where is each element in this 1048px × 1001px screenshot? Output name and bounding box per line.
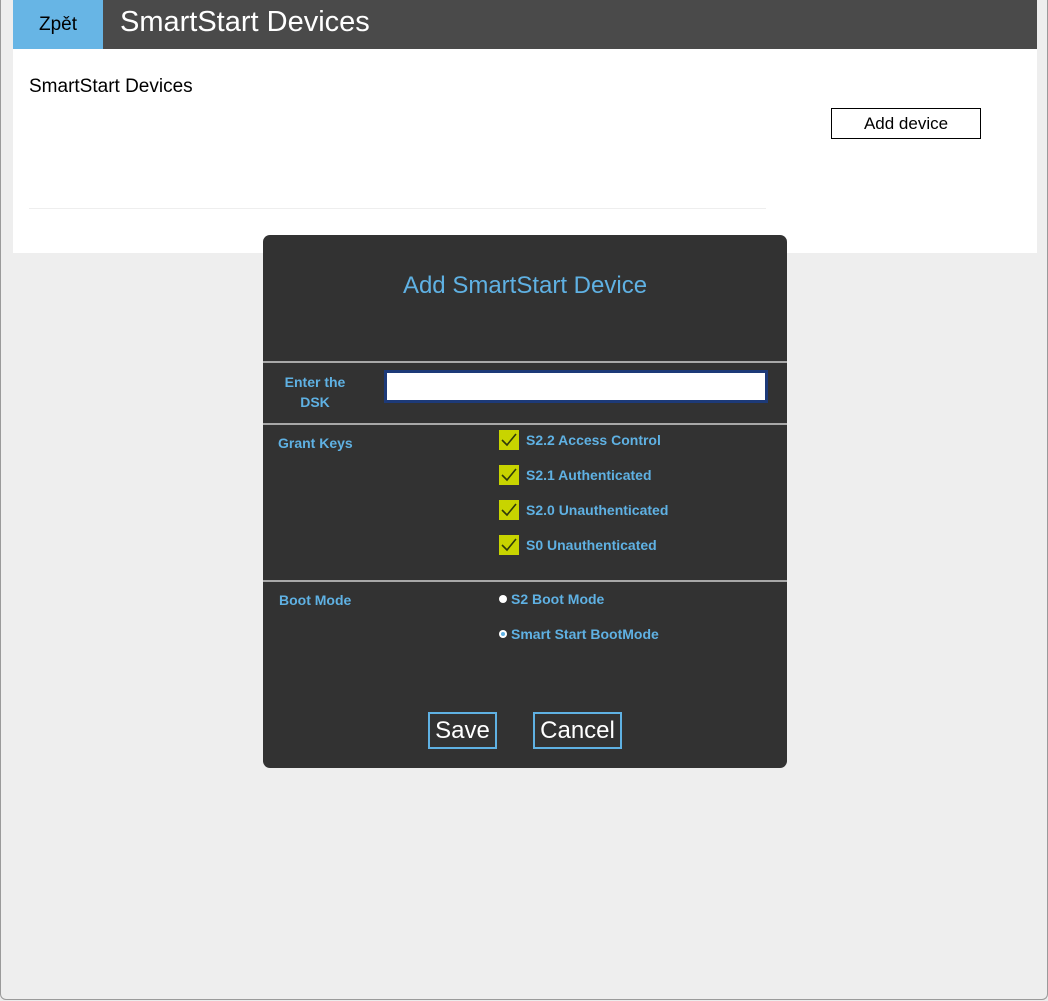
cancel-button[interactable]: Cancel [533,712,622,749]
grant-key-label: S2.2 Access Control [526,432,661,448]
boot-mode-option-label: S2 Boot Mode [511,591,605,607]
modal-divider [263,423,787,425]
check-icon[interactable] [499,465,519,485]
modal-divider [263,580,787,582]
back-button[interactable]: Zpět [13,0,103,49]
grant-key-label: S2.0 Unauthenticated [526,502,669,518]
check-icon[interactable] [499,500,519,520]
grant-key-s2-1[interactable]: S2.1 Authenticated [499,465,652,485]
boot-mode-label: Boot Mode [279,592,352,608]
add-device-button[interactable]: Add device [831,108,981,139]
dsk-label: Enter the DSK [277,372,353,412]
dsk-label-line2: DSK [300,394,330,410]
grant-key-s2-2[interactable]: S2.2 Access Control [499,430,661,450]
dsk-label-line1: Enter the [284,374,346,390]
check-icon[interactable] [499,535,519,555]
grant-key-label: S0 Unauthenticated [526,537,657,553]
section-title: SmartStart Devices [29,76,193,97]
add-device-modal: Add SmartStart Device Enter the DSK Gran… [263,235,787,768]
boot-mode-smart-start[interactable]: Smart Start BootMode [499,626,659,642]
page-title: SmartStart Devices [120,6,370,38]
modal-title: Add SmartStart Device [402,272,648,299]
grant-keys-label: Grant Keys [278,435,353,451]
radio-icon[interactable] [499,630,507,638]
grant-key-s2-0[interactable]: S2.0 Unauthenticated [499,500,668,520]
modal-divider [263,361,787,363]
divider [29,208,766,209]
boot-mode-option-label: Smart Start BootMode [511,626,659,642]
radio-icon[interactable] [499,595,507,603]
save-button[interactable]: Save [428,712,497,749]
grant-key-s0[interactable]: S0 Unauthenticated [499,535,657,555]
boot-mode-s2[interactable]: S2 Boot Mode [499,591,604,607]
check-icon[interactable] [499,430,519,450]
top-header: Zpět SmartStart Devices [13,0,1037,49]
dsk-input[interactable] [384,370,768,403]
grant-key-label: S2.1 Authenticated [526,467,652,483]
content-panel: SmartStart Devices Add device [13,49,1037,253]
